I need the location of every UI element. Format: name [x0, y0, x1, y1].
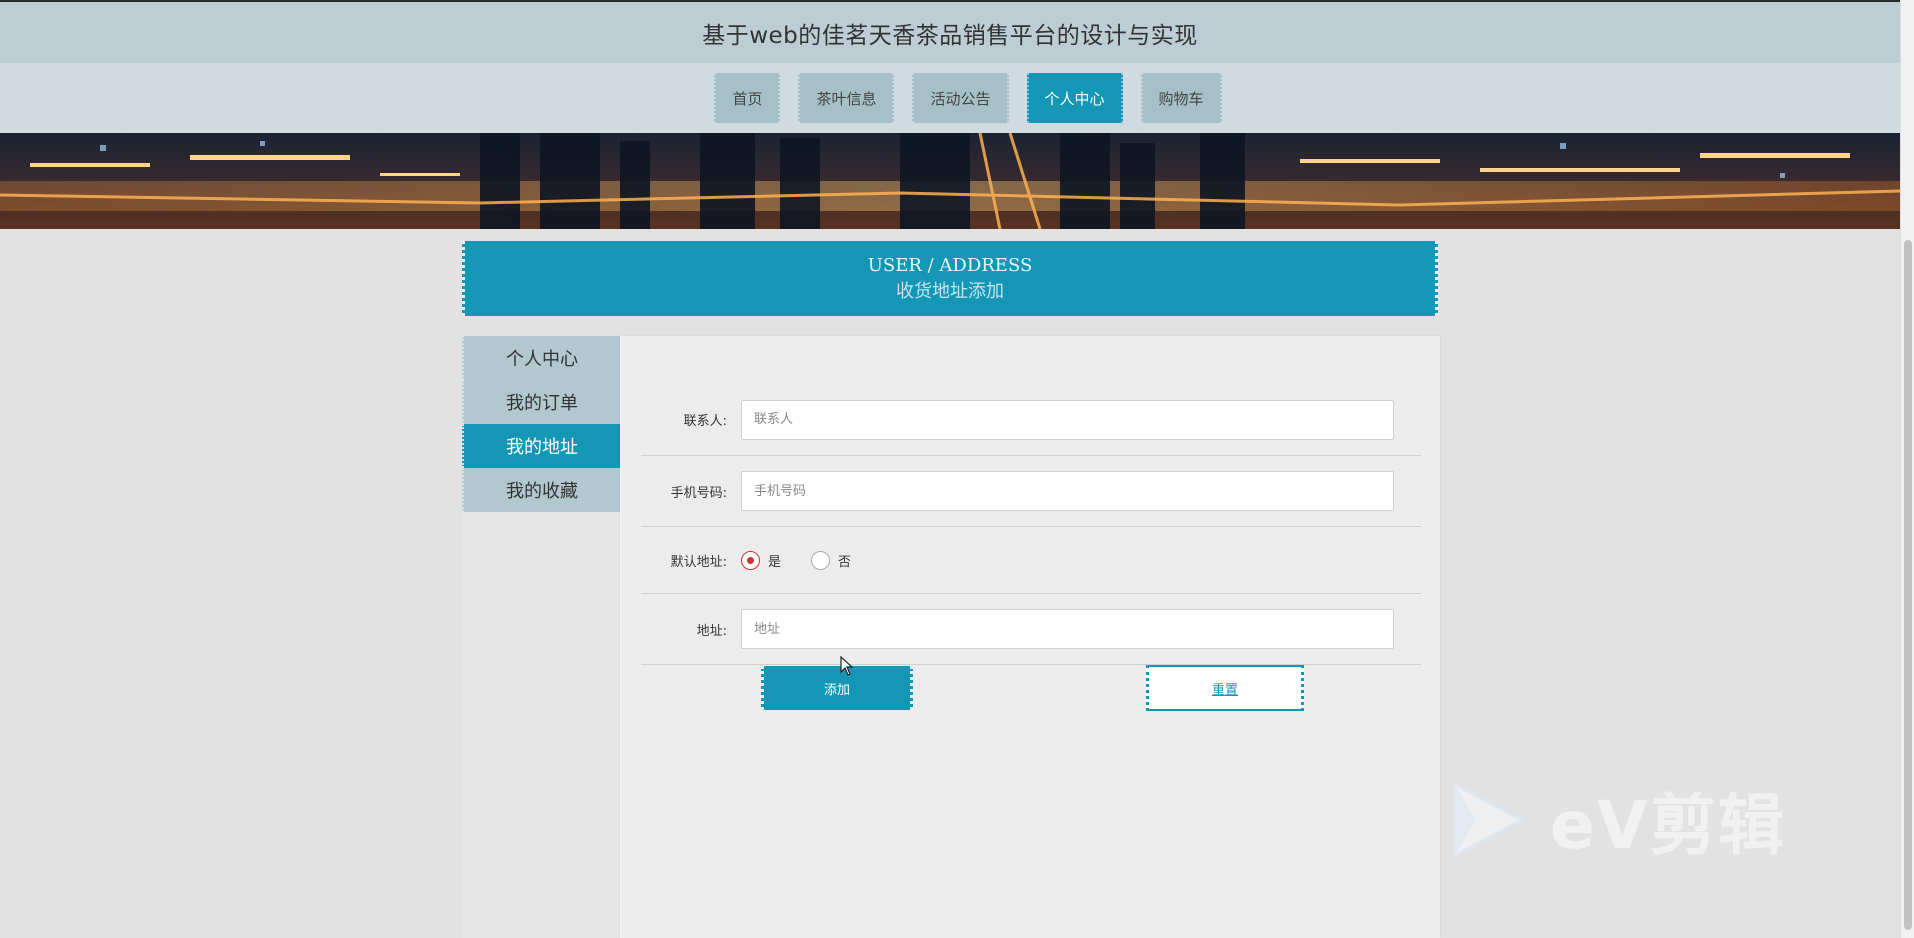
sidebar-item-personal-center[interactable]: 个人中心: [462, 336, 620, 380]
form-row-default-address: 默认地址: 是 否: [641, 527, 1421, 594]
address-input[interactable]: [741, 609, 1394, 649]
nav-item-cart[interactable]: 购物车: [1140, 73, 1222, 123]
form-row-contact: 联系人:: [641, 384, 1421, 456]
play-logo-icon: [1452, 781, 1526, 859]
nav-item-home[interactable]: 首页: [714, 73, 781, 123]
radio-yes[interactable]: [741, 550, 760, 570]
radio-no[interactable]: [811, 550, 831, 570]
watermark-text: eV剪辑: [1550, 787, 1786, 864]
phone-input[interactable]: [741, 471, 1394, 511]
banner-image: [0, 133, 1900, 229]
address-label: 地址:: [696, 623, 727, 639]
radio-yes-label: 是: [768, 554, 782, 570]
city-night-banner: [0, 133, 1900, 229]
main-nav: 首页 茶叶信息 活动公告 个人中心 购物车: [0, 63, 1900, 133]
sidebar-item-my-address[interactable]: 我的地址: [462, 424, 620, 468]
nav-item-announcements[interactable]: 活动公告: [912, 73, 1009, 123]
default-address-label: 默认地址:: [670, 554, 727, 570]
sidebar: 个人中心 我的订单 我的地址 我的收藏: [462, 336, 620, 938]
form-row-address: 地址:: [641, 594, 1421, 665]
mouse-cursor-icon: [840, 655, 854, 680]
contact-label: 联系人:: [683, 414, 727, 429]
nav-item-personal-center[interactable]: 个人中心: [1026, 73, 1123, 123]
form-row-phone: 手机号码:: [641, 456, 1421, 527]
scrollbar-thumb[interactable]: [1904, 240, 1912, 930]
reset-button[interactable]: 重置: [1146, 665, 1304, 711]
default-address-radio-group: 是 否: [741, 550, 881, 570]
section-header: USER / ADDRESS 收货地址添加: [462, 241, 1438, 316]
phone-label: 手机号码:: [670, 485, 727, 501]
add-button[interactable]: 添加: [761, 666, 913, 710]
site-title: 基于web的佳茗天香茶品销售平台的设计与实现: [702, 22, 1198, 49]
address-form: 联系人: 手机号码: 默认地址: 是 否 地址: 添加 重置: [620, 336, 1440, 938]
section-title-en: USER / ADDRESS: [867, 254, 1033, 276]
section-title-zh: 收货地址添加: [896, 280, 1004, 302]
sidebar-item-my-orders[interactable]: 我的订单: [462, 380, 620, 424]
sidebar-item-my-favorites[interactable]: 我的收藏: [462, 468, 620, 512]
watermark: eV剪辑: [1446, 772, 1786, 868]
nav-item-tea-info[interactable]: 茶叶信息: [798, 73, 895, 123]
top-header: 基于web的佳茗天香茶品销售平台的设计与实现: [0, 0, 1900, 63]
contact-input[interactable]: [741, 399, 1394, 440]
radio-no-label: 否: [838, 554, 852, 570]
page-scrollbar[interactable]: [1900, 0, 1914, 938]
